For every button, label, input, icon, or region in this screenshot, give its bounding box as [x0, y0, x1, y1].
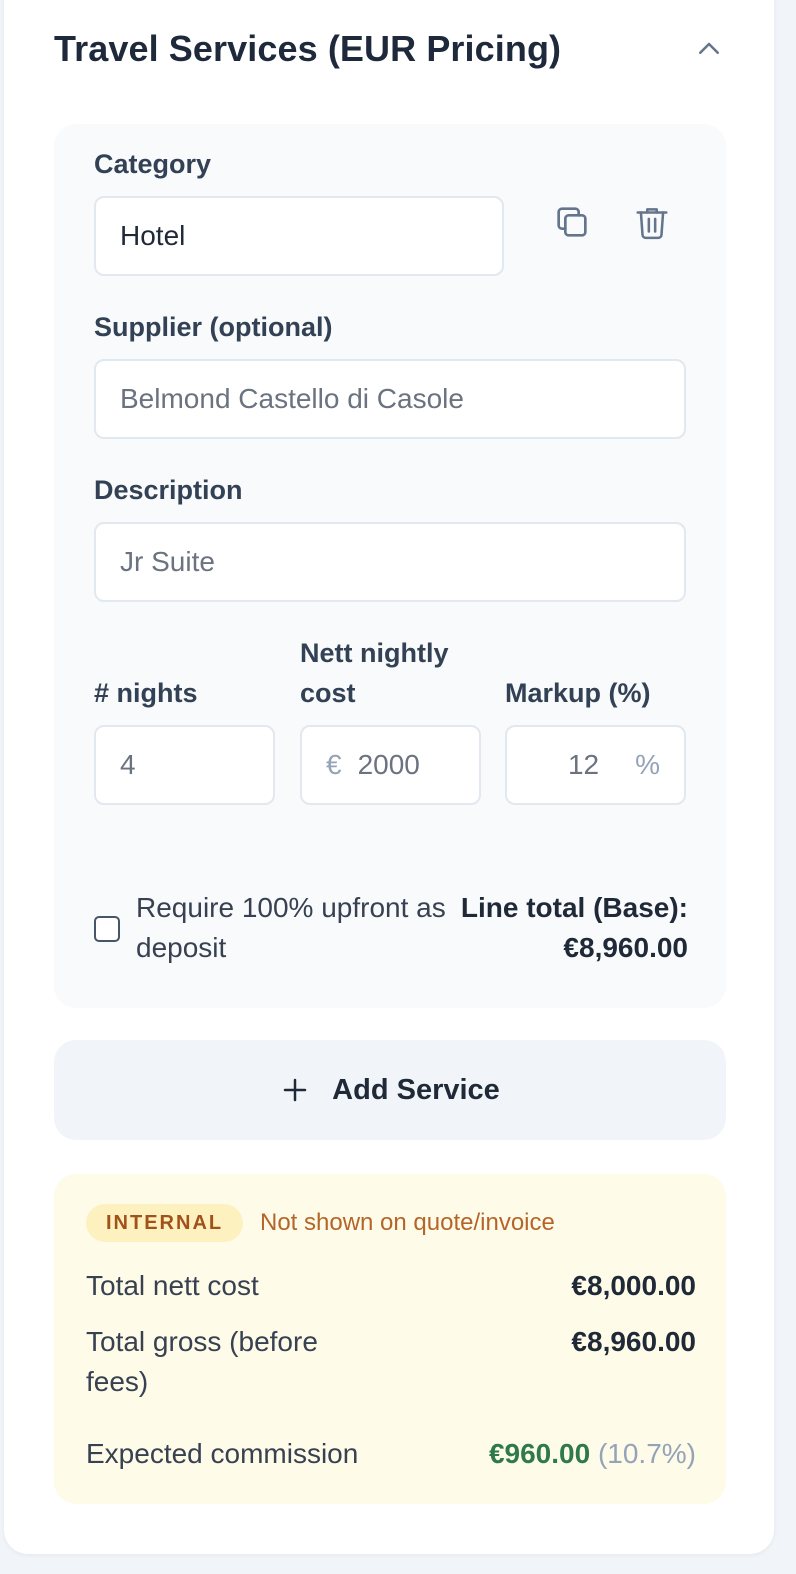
delete-button[interactable]: [630, 200, 674, 244]
total-nett-label: Total nett cost: [86, 1270, 259, 1301]
commission-value: €960.00: [488, 1438, 591, 1469]
description-input[interactable]: Jr Suite: [94, 522, 686, 602]
commission-percent: (10.7%): [597, 1438, 696, 1469]
nett-nightly-label: Nett nightly cost: [300, 638, 449, 708]
description-value: Jr Suite: [120, 546, 215, 577]
add-service-button[interactable]: Add Service: [54, 1040, 726, 1140]
section-title: Travel Services (EUR Pricing): [54, 28, 562, 69]
collapse-button[interactable]: [692, 32, 726, 66]
euro-icon: €: [326, 749, 342, 780]
supplier-label: Supplier (optional): [94, 312, 333, 342]
total-gross-value: €8,960.00: [571, 1326, 696, 1357]
deposit-label: Require 100% upfront as deposit: [136, 892, 446, 963]
percent-icon: %: [635, 749, 660, 780]
nights-label: # nights: [94, 678, 198, 708]
trash-icon: [636, 208, 668, 240]
deposit-checkbox[interactable]: [94, 916, 120, 942]
internal-badge: INTERNAL: [86, 1204, 244, 1242]
internal-summary: INTERNAL Not shown on quote/invoice Tota…: [54, 1174, 726, 1504]
internal-note: Not shown on quote/invoice: [260, 1209, 555, 1236]
markup-label: Markup (%): [505, 678, 651, 708]
supplier-value: Belmond Castello di Casole: [120, 383, 464, 414]
nights-value: 4: [120, 749, 136, 780]
nett-cost-input[interactable]: € 2000: [300, 725, 481, 805]
description-label: Description: [94, 475, 243, 505]
add-service-label: Add Service: [332, 1073, 500, 1106]
supplier-input[interactable]: Belmond Castello di Casole: [94, 359, 686, 439]
duplicate-button[interactable]: [550, 200, 594, 244]
line-total: Line total (Base): €8,960.00: [428, 888, 688, 968]
nights-input[interactable]: 4: [94, 725, 275, 805]
category-label: Category: [94, 149, 212, 179]
line-total-label: Line total (Base):: [460, 892, 688, 923]
chevron-up-icon: [699, 42, 719, 54]
copy-icon: [557, 207, 587, 237]
total-nett-value: €8,000.00: [571, 1270, 696, 1301]
commission-row-value: €960.00 (10.7%): [489, 1434, 696, 1474]
plus-icon: [280, 1075, 310, 1105]
total-gross-label: Total gross (before fees): [86, 1326, 318, 1397]
markup-input[interactable]: 12 %: [505, 725, 686, 805]
markup-value: 12: [567, 749, 600, 780]
line-total-value: €8,960.00: [563, 932, 688, 963]
commission-label: Expected commission: [86, 1438, 359, 1469]
service-item: Category Hotel Supplier (optional) Belmo…: [54, 124, 726, 1008]
category-value: Hotel: [120, 220, 186, 251]
travel-services-card: Travel Services (EUR Pricing) Category H…: [4, 0, 774, 1554]
nett-cost-value: 2000: [357, 749, 420, 780]
category-select[interactable]: Hotel: [94, 196, 504, 276]
